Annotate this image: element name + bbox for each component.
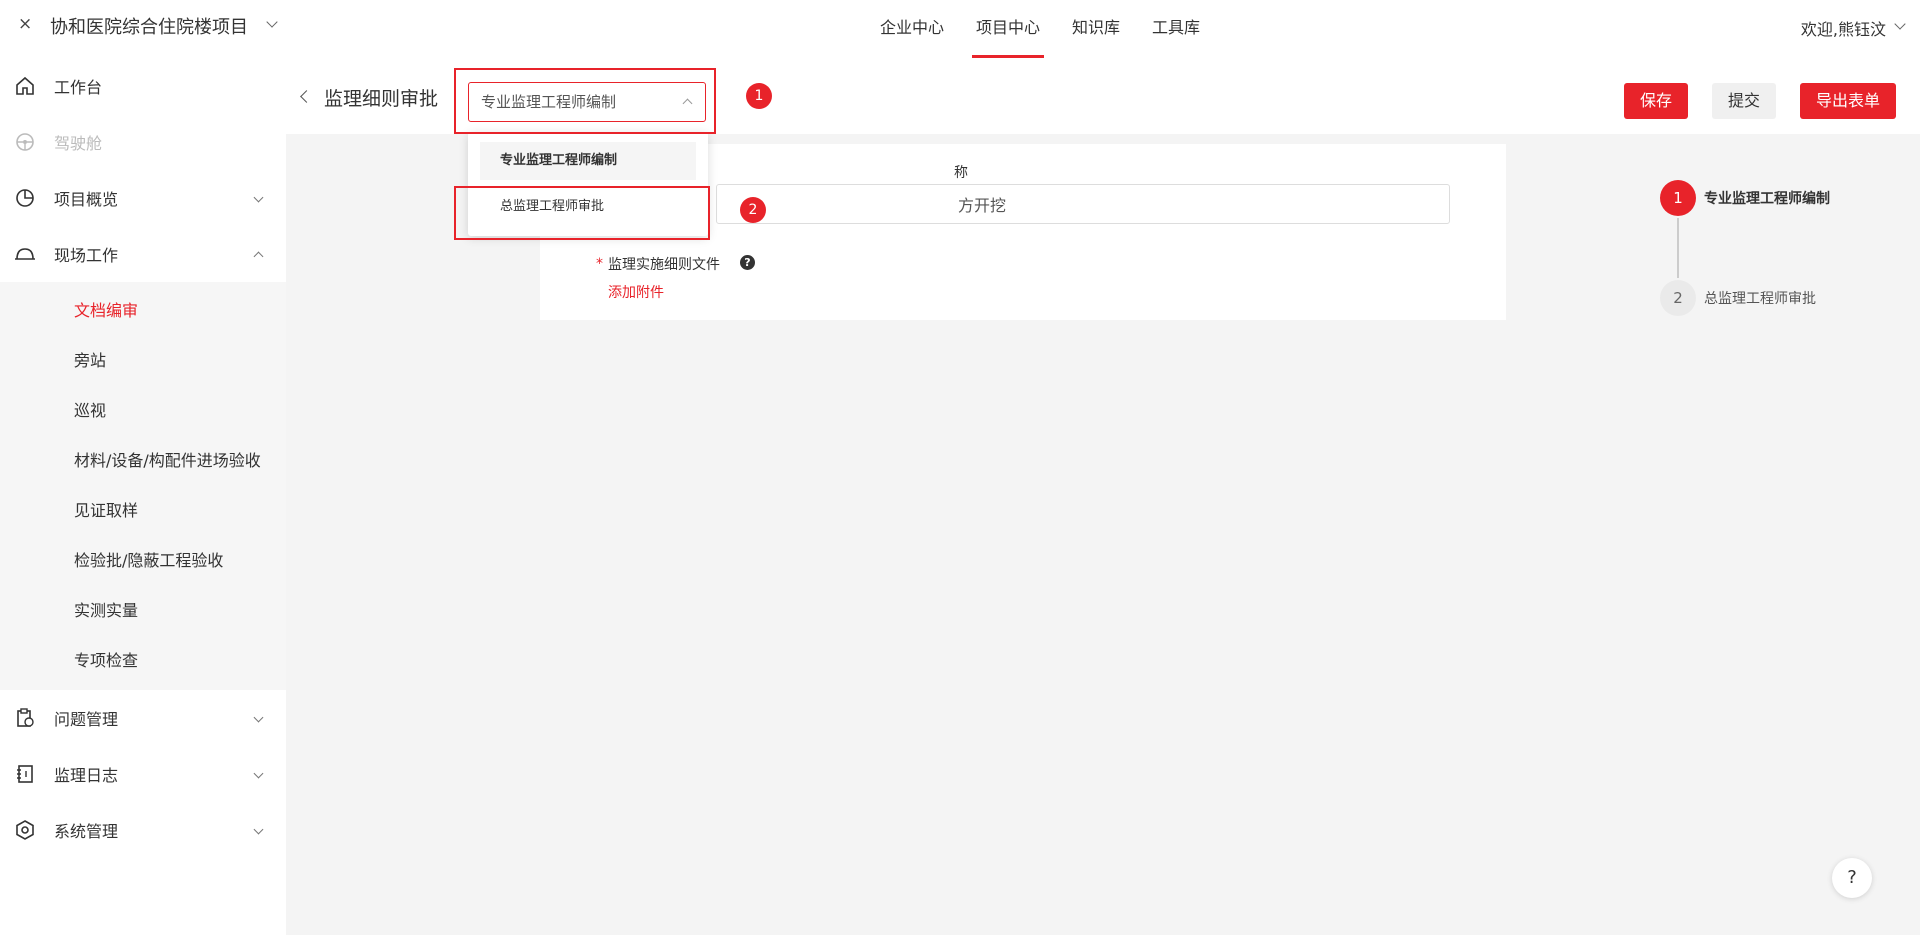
steering-wheel-icon bbox=[14, 131, 36, 153]
step-2-circle: 2 bbox=[1660, 280, 1696, 316]
site-work-submenu: 文档编审 旁站 巡视 材料/设备/构配件进场验收 见证取样 检验批/隐蔽工程验收… bbox=[0, 282, 286, 690]
step-connector bbox=[1677, 218, 1679, 278]
sidebar-item-supervision-log[interactable]: 监理日志 bbox=[0, 746, 286, 802]
nav-knowledge-base[interactable]: 知识库 bbox=[1072, 0, 1120, 58]
sidebar: 工作台 驾驶舱 项目概览 现场工作 文档编审 旁站 巡视 材料/设备/构配件进场… bbox=[0, 58, 286, 935]
sidebar-subitem-inspection-batch[interactable]: 检验批/隐蔽工程验收 bbox=[0, 536, 286, 586]
nav-project-center[interactable]: 项目中心 bbox=[972, 0, 1045, 58]
back-icon[interactable] bbox=[300, 90, 313, 103]
step-1-label: 专业监理工程师编制 bbox=[1704, 191, 1830, 207]
clipboard-icon bbox=[14, 707, 36, 729]
sidebar-item-label: 项目概览 bbox=[54, 190, 119, 209]
chevron-up-icon bbox=[253, 251, 264, 262]
sidebar-subitem-patrol[interactable]: 巡视 bbox=[0, 386, 286, 436]
annotation-badge-1: 1 bbox=[746, 83, 772, 109]
add-attachment-link[interactable]: 添加附件 bbox=[608, 282, 664, 302]
nav-toolbox[interactable]: 工具库 bbox=[1152, 0, 1200, 58]
user-welcome[interactable]: 欢迎,熊钰汶 bbox=[1801, 16, 1886, 40]
required-marker: * bbox=[596, 256, 603, 272]
help-icon[interactable]: ? bbox=[740, 255, 755, 270]
close-icon[interactable]: × bbox=[18, 14, 32, 34]
sidebar-subitem-actual-measurement[interactable]: 实测实量 bbox=[0, 586, 286, 636]
chevron-down-icon[interactable] bbox=[1894, 18, 1906, 30]
main-content: 监理细则审批 专业监理工程师编制 1 保存 提交 导出表单 称 方开挖 * 监理… bbox=[286, 58, 1920, 935]
chevron-down-icon bbox=[253, 192, 264, 203]
project-name[interactable]: 协和医院综合住院楼项目 bbox=[50, 13, 248, 39]
sidebar-item-issue-management[interactable]: 问题管理 bbox=[0, 690, 286, 746]
sidebar-item-workbench[interactable]: 工作台 bbox=[0, 58, 286, 114]
sidebar-item-system-management[interactable]: 系统管理 bbox=[0, 802, 286, 858]
sidebar-subitem-special-inspection[interactable]: 专项检查 bbox=[0, 636, 286, 686]
sidebar-subitem-doc-review[interactable]: 文档编审 bbox=[0, 286, 286, 336]
sidebar-item-cockpit: 驾驶舱 bbox=[0, 114, 286, 170]
annotation-badge-2: 2 bbox=[740, 197, 766, 223]
sidebar-subitem-material-acceptance[interactable]: 材料/设备/构配件进场验收 bbox=[0, 436, 286, 486]
chevron-down-icon bbox=[253, 824, 264, 835]
top-bar: × 协和医院综合住院楼项目 企业中心 项目中心 知识库 工具库 欢迎,熊钰汶 bbox=[0, 0, 1920, 58]
sidebar-subitem-witness-sampling[interactable]: 见证取样 bbox=[0, 486, 286, 536]
export-form-button[interactable]: 导出表单 bbox=[1800, 83, 1896, 119]
chevron-down-icon bbox=[253, 768, 264, 779]
sidebar-item-project-overview[interactable]: 项目概览 bbox=[0, 170, 286, 226]
name-field[interactable] bbox=[716, 184, 1450, 224]
name-field-value: 方开挖 bbox=[958, 196, 1007, 215]
sidebar-item-label: 监理日志 bbox=[54, 766, 119, 785]
chevron-down-icon bbox=[253, 712, 264, 723]
sidebar-item-label: 现场工作 bbox=[54, 246, 119, 265]
nav-enterprise-center[interactable]: 企业中心 bbox=[880, 0, 944, 58]
step-2-label: 总监理工程师审批 bbox=[1704, 291, 1816, 307]
page-title: 监理细则审批 bbox=[324, 88, 439, 110]
sidebar-item-label: 工作台 bbox=[54, 78, 103, 97]
sidebar-item-label: 驾驶舱 bbox=[54, 134, 103, 153]
sidebar-item-site-work[interactable]: 现场工作 bbox=[0, 226, 286, 282]
dropdown-option-professional[interactable]: 专业监理工程师编制 bbox=[480, 142, 696, 180]
step-1-circle: 1 bbox=[1660, 180, 1696, 216]
submit-button[interactable]: 提交 bbox=[1712, 83, 1776, 119]
sidebar-subitem-side-station[interactable]: 旁站 bbox=[0, 336, 286, 386]
file-label: 监理实施细则文件 bbox=[608, 257, 720, 273]
help-float-button[interactable]: ? bbox=[1832, 858, 1872, 898]
top-nav: 企业中心 项目中心 知识库 工具库 bbox=[880, 0, 1232, 58]
highlight-box-2 bbox=[454, 186, 710, 240]
field-label: 称 bbox=[954, 165, 968, 181]
pie-chart-icon bbox=[14, 187, 36, 209]
chevron-down-icon[interactable] bbox=[266, 16, 278, 28]
sidebar-item-label: 问题管理 bbox=[54, 710, 119, 729]
save-button[interactable]: 保存 bbox=[1624, 83, 1688, 119]
home-icon bbox=[14, 75, 36, 97]
notebook-icon bbox=[14, 763, 36, 785]
hard-hat-icon bbox=[14, 243, 36, 265]
sidebar-item-label: 系统管理 bbox=[54, 822, 119, 841]
highlight-box-1 bbox=[454, 68, 716, 134]
settings-hex-icon bbox=[14, 819, 36, 841]
